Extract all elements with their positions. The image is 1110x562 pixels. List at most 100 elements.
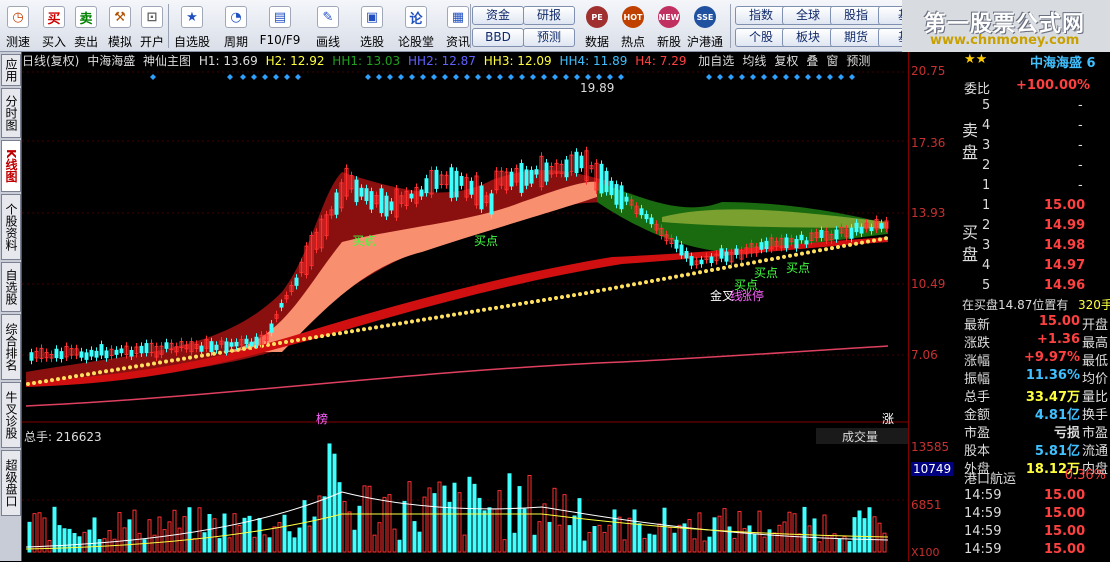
- volume-bar: [662, 507, 667, 553]
- left-tab-6[interactable]: 牛叉诊股: [1, 382, 21, 448]
- candle-body: [229, 342, 234, 347]
- toolbar-button-2[interactable]: 卖卖出: [70, 2, 102, 50]
- support-dot: [428, 316, 432, 321]
- toolbar-button2-1[interactable]: HOT 热点: [614, 2, 652, 50]
- support-dot: [626, 283, 630, 288]
- toolbar-button-3[interactable]: ⚒ 模拟: [104, 2, 136, 50]
- volume-bar: [577, 498, 582, 553]
- toolbar-pill[interactable]: 期货: [830, 28, 882, 47]
- chart-button-4[interactable]: 窗: [826, 54, 838, 68]
- support-dot: [218, 350, 222, 355]
- toolbar-button2-3[interactable]: SSE 沪港通: [686, 2, 724, 50]
- stat-right-label: 量比: [1082, 390, 1109, 405]
- support-dot: [470, 309, 474, 314]
- quote-row: 港口航运 0.36%: [960, 468, 1110, 488]
- support-dot: [128, 365, 132, 370]
- quote-row: 涨跌 +1.36 最高: [960, 332, 1110, 352]
- support-dot: [878, 237, 882, 242]
- volume-bar: [97, 539, 102, 553]
- toolbar-button2-0[interactable]: PE 数据: [578, 2, 616, 50]
- candle-body: [114, 349, 119, 355]
- toolbar-pill[interactable]: BBD: [472, 28, 524, 47]
- candle-body: [214, 344, 219, 351]
- volume-bar: [472, 483, 477, 553]
- candle-body: [674, 239, 679, 249]
- indicator-name[interactable]: 神仙主图: [143, 54, 191, 68]
- sector-name[interactable]: 港口航运: [964, 468, 1016, 487]
- toolbar-pill[interactable]: 资金: [472, 6, 524, 25]
- left-tab-1[interactable]: 分时图: [1, 88, 21, 138]
- support-dot: [536, 298, 540, 303]
- left-tab-7[interactable]: 超级盘口: [1, 450, 21, 516]
- toolbar-pill[interactable]: 全球: [782, 6, 834, 25]
- support-dot: [632, 282, 636, 287]
- support-dot: [188, 355, 192, 360]
- left-tab-5[interactable]: 综合排名: [1, 314, 21, 380]
- candle-body: [434, 169, 439, 189]
- toolbar-button-10[interactable]: 论论股堂: [396, 2, 436, 50]
- stat-right-label: 市盈: [1082, 426, 1109, 441]
- cycle-icon: ◔: [225, 6, 247, 28]
- toolbar-button-4[interactable]: ⊡ 开户: [136, 2, 168, 50]
- candle-body: [764, 240, 769, 250]
- toolbar-label: 数据: [584, 35, 609, 49]
- support-dot: [272, 341, 276, 346]
- tick-time: 14:59: [964, 488, 1002, 503]
- toolbar-pill[interactable]: 指数: [735, 6, 787, 25]
- toolbar-pill[interactable]: 股指: [830, 6, 882, 25]
- toolbar-button2-2[interactable]: NEW 新股: [650, 2, 688, 50]
- quote-title: 中海海盛 6: [1030, 56, 1096, 71]
- support-dot: [854, 241, 858, 246]
- support-dot: [110, 368, 114, 373]
- candle-body: [334, 192, 339, 215]
- left-tab-3[interactable]: 个股资料: [1, 194, 21, 260]
- toolbar-button-8[interactable]: ✎ 画线: [308, 2, 348, 50]
- toolbar-button-7[interactable]: ▤ F10/F9: [260, 2, 300, 50]
- chart-button-3[interactable]: 叠: [806, 54, 818, 68]
- chart-button-1[interactable]: 均线: [742, 54, 766, 68]
- toolbar-button-0[interactable]: ◷ 测速: [2, 2, 34, 50]
- toolbar-separator: [730, 4, 731, 48]
- support-dot: [746, 261, 750, 266]
- toolbar-button-5[interactable]: ★ 自选股: [172, 2, 212, 50]
- volume-bar: [322, 496, 327, 553]
- chart-button-0[interactable]: 加自选: [698, 54, 734, 68]
- toolbar-button-1[interactable]: 买买入: [38, 2, 70, 50]
- volume-bar: [87, 529, 92, 553]
- kline-chart[interactable]: [22, 52, 908, 561]
- left-tab-0[interactable]: 应用: [1, 54, 21, 86]
- toolbar-pill[interactable]: 板块: [782, 28, 834, 47]
- sell-qty: -: [1078, 158, 1083, 173]
- candle-body: [104, 350, 109, 359]
- candle-body: [759, 242, 764, 250]
- toolbar-pill[interactable]: 个股: [735, 28, 787, 47]
- candle-body: [59, 351, 64, 360]
- support-dot: [608, 286, 612, 291]
- left-tab-2[interactable]: K线图: [1, 140, 21, 192]
- toolbar-pill[interactable]: 研报: [523, 6, 575, 25]
- candle-body: [249, 341, 254, 347]
- toolbar-button-9[interactable]: ▣ 选股: [352, 2, 392, 50]
- volume-bar: [402, 500, 407, 553]
- volume-bar: [512, 532, 517, 553]
- stat-value: 5.81亿: [1034, 444, 1080, 459]
- chart-button-2[interactable]: 复权: [774, 54, 798, 68]
- toolbar-button-6[interactable]: ◔ 周期: [216, 2, 256, 50]
- support-dot: [182, 356, 186, 361]
- support-dot: [830, 246, 834, 251]
- chart-button-5[interactable]: 预测: [846, 54, 870, 68]
- candle-body: [144, 343, 149, 354]
- volume-bar: [242, 517, 247, 553]
- stat-value: 11.36%: [1025, 368, 1080, 383]
- volume-bar: [612, 509, 617, 553]
- toolbar-pill[interactable]: 预测: [523, 28, 575, 47]
- buy-level: 1: [982, 198, 991, 213]
- volume-bar: [482, 510, 487, 553]
- left-tab-4[interactable]: 自选股: [1, 262, 21, 312]
- volume-bar: [397, 539, 402, 553]
- support-dot: [398, 321, 402, 326]
- candle-body: [424, 178, 429, 194]
- support-dot: [836, 245, 840, 250]
- period-label[interactable]: 日线(复权): [22, 54, 79, 68]
- volume-selector[interactable]: 成交量: [816, 428, 908, 444]
